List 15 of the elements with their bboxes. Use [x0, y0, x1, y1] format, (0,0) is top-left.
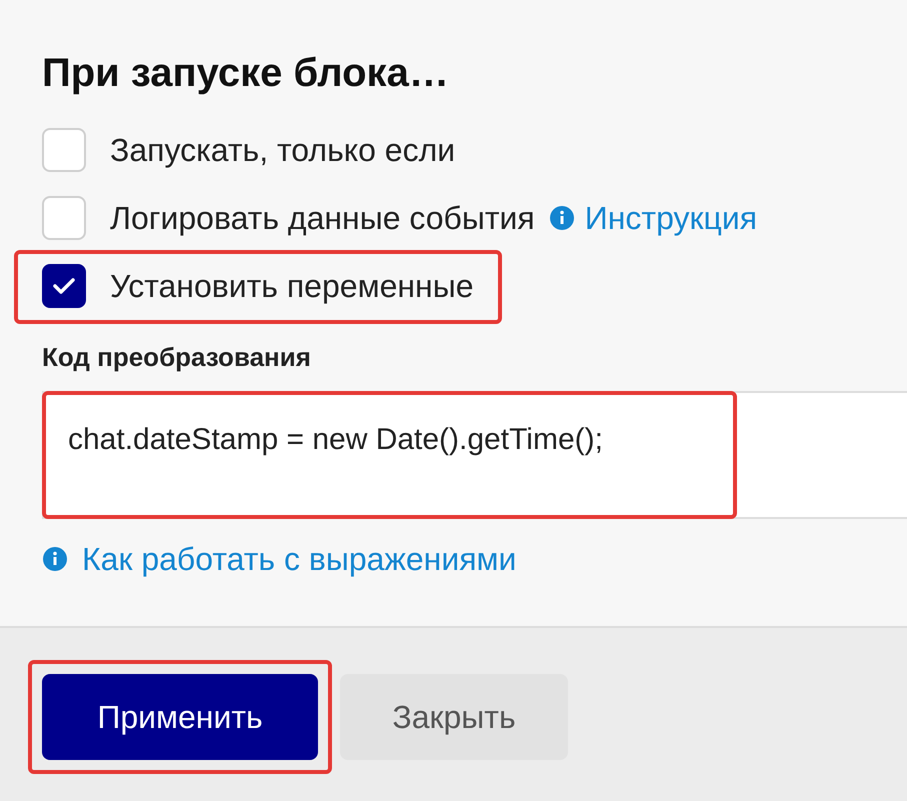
field-label: Код преобразования [42, 341, 312, 374]
close-button[interactable]: Закрыть [340, 674, 568, 760]
option-label: Установить переменные [110, 270, 474, 302]
code-text: chat.dateStamp = new Date().getTime(); [68, 423, 603, 456]
check-icon [53, 277, 75, 295]
help-link[interactable]: Как работать с выражениями [82, 535, 516, 583]
info-icon [42, 546, 68, 572]
code-field[interactable]: chat.dateStamp = new Date().getTime(); [42, 391, 907, 519]
option-label: Запускать, только если [110, 134, 456, 166]
checkbox[interactable] [42, 264, 86, 308]
instruction-link[interactable]: Инструкция [584, 202, 758, 234]
info-icon [548, 205, 575, 231]
apply-button[interactable]: Применить [42, 674, 318, 760]
section-title: При запуске блока… [42, 50, 450, 97]
option-label: Логировать данные события [110, 202, 535, 234]
